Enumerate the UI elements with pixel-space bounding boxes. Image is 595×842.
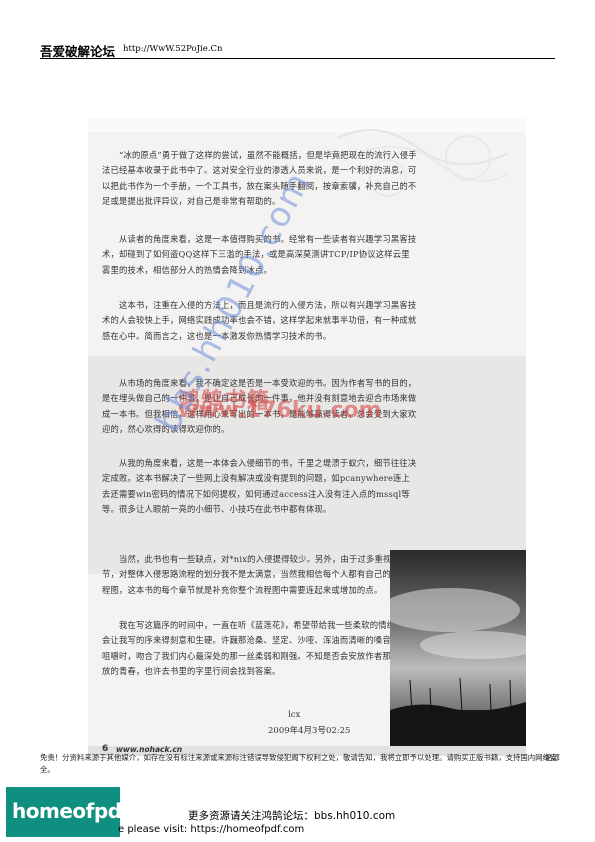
- bottom-visit-line[interactable]: e please visit: https://homeofpdf.com: [118, 824, 304, 835]
- paragraph-1: “冰的原点”勇于做了这样的尝试，虽然不能概括，但是毕竟把现在的流行入侵手法已经基…: [102, 150, 417, 206]
- disclaimer-text: 免责！分资料来源于其他媒介，如存在没有标注来源或来源标注错误导致侵犯阁下权利之处…: [40, 753, 558, 774]
- paragraph-4: 从市场的角度来看，我不确定这是否是一本受欢迎的书。因为作者写书的目的，是在埋头做…: [102, 378, 417, 434]
- site-url[interactable]: http://WwW.52PoJie.Cn: [123, 44, 222, 54]
- paragraph-6: 当然，此书也有一些缺点，对*nix的入侵提得较少。另外，由于过多重视了细节，对整…: [102, 554, 417, 595]
- signature-name: lcx: [288, 710, 301, 720]
- disclaimer-tail: 站部: [545, 753, 560, 762]
- homeofpdf-logo[interactable]: homeofpdf.com: [6, 787, 181, 837]
- logo-text: homeofpdf.com: [12, 799, 181, 823]
- scanned-page: “冰的原点”勇于做了这样的尝试，虽然不能概括，但是毕竟把现在的流行入侵手法已经基…: [88, 118, 526, 756]
- paragraph-5: 从我的角度来看，这是一本体会入侵细节的书，千里之堤溃于蚁穴，细节往往决定成败。这…: [102, 458, 417, 514]
- page-header: 吾爱破解论坛 http://WwW.52PoJie.Cn: [40, 40, 555, 59]
- site-name: 吾爱破解论坛: [40, 44, 116, 59]
- bottom-resource-line[interactable]: 更多资源请关注鸿鹄论坛：bbs.hh010.com: [188, 808, 395, 823]
- landscape-photo: [390, 550, 526, 746]
- paragraph-3: 这本书，注重在入侵的方法上，而且是流行的入侵方法，所以有兴趣学习黑客技术的人会较…: [102, 300, 417, 341]
- signature-date: 2009年4月3号02:25: [268, 726, 351, 736]
- disclaimer: 免责！分资料来源于其他媒介，如存在没有标注来源或来源标注错误导致侵犯阁下权利之处…: [40, 752, 560, 775]
- paragraph-2: 从读者的角度来看，这是一本值得购买的书。经常有一些读者有兴趣学习黑客技术，却碰到…: [102, 234, 417, 275]
- paragraph-7: 我在写这篇序的时间中，一直在听《蓝莲花》，希望带给我一些柔软的情绪，不会让我写的…: [102, 620, 417, 676]
